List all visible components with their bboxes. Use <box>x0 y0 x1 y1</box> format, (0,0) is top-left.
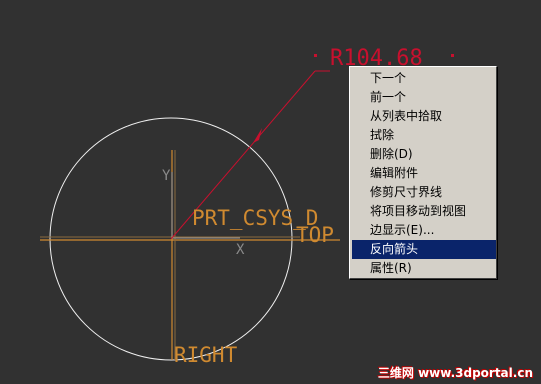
context-menu[interactable]: 下一个 前一个 从列表中拾取 拭除 删除(D) 编辑附件 修剪尺寸界线 将项目移… <box>349 66 497 279</box>
menu-item-flip-arrows[interactable]: 反向箭头 <box>352 240 496 259</box>
datum-top-label: TOP <box>296 223 334 247</box>
csys-y-label: Y <box>162 168 171 184</box>
csys-x-label: X <box>236 242 245 258</box>
datum-right-label: RIGHT <box>174 343 238 367</box>
menu-item-edit-attachment[interactable]: 编辑附件 <box>352 164 496 183</box>
menu-item-erase[interactable]: 拭除 <box>352 126 496 145</box>
watermark: 三维网 www.3dportal.cn <box>377 366 533 380</box>
menu-item-trim-witness-lines[interactable]: 修剪尺寸界线 <box>352 183 496 202</box>
dimension-handle-left[interactable] <box>314 54 317 57</box>
menu-item-move-to-view[interactable]: 将项目移动到视图 <box>352 202 496 221</box>
menu-item-edge-display[interactable]: 边显示(E)... <box>352 221 496 240</box>
menu-item-properties[interactable]: 属性(R) <box>352 259 496 278</box>
menu-item-delete[interactable]: 删除(D) <box>352 145 496 164</box>
dimension-arrow-head[interactable] <box>253 128 262 143</box>
dimension-handle-right[interactable] <box>451 54 454 57</box>
menu-item-pick-from-list[interactable]: 从列表中拾取 <box>352 107 496 126</box>
menu-item-previous[interactable]: 前一个 <box>352 88 496 107</box>
menu-item-next[interactable]: 下一个 <box>352 69 496 88</box>
